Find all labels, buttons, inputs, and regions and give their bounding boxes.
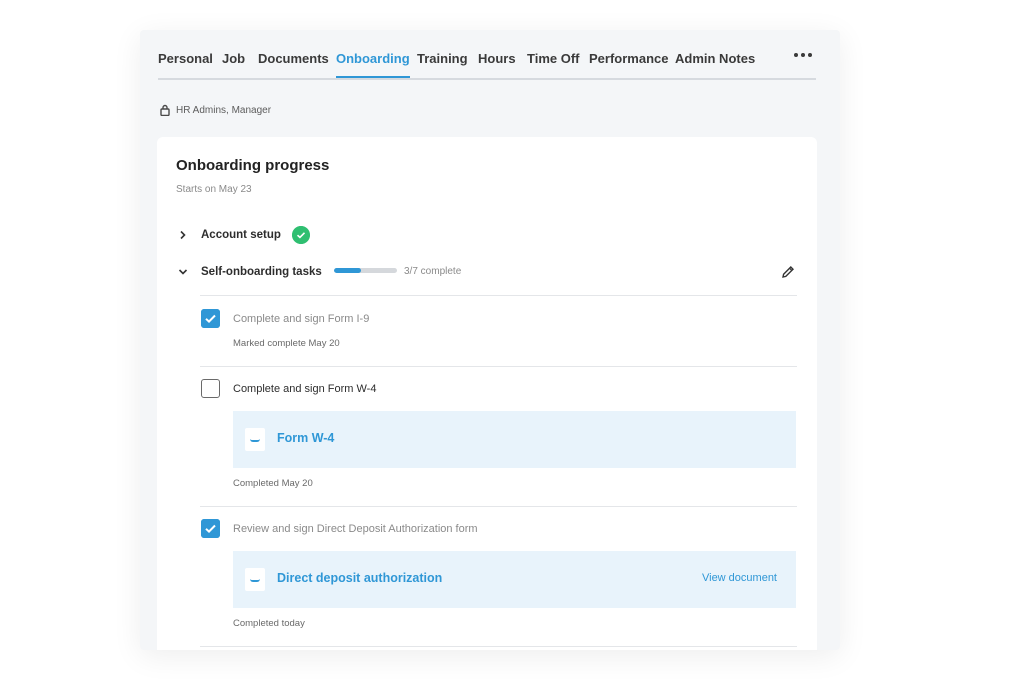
- access-indicator: HR Admins, Manager: [160, 104, 271, 116]
- progress-bar: [334, 268, 397, 273]
- tab-onboarding[interactable]: Onboarding: [336, 51, 410, 78]
- task-note-i9: Marked complete May 20: [233, 338, 340, 349]
- task-label-w4[interactable]: Complete and sign Form W-4: [233, 383, 376, 395]
- access-label: HR Admins, Manager: [176, 104, 272, 116]
- chevron-right-icon[interactable]: [178, 230, 188, 240]
- check-circle-icon: [292, 226, 310, 244]
- task-checkbox-w4[interactable]: [201, 379, 220, 398]
- task-label-direct-deposit[interactable]: Review and sign Direct Deposit Authoriza…: [233, 523, 478, 535]
- chevron-down-icon[interactable]: [178, 267, 188, 277]
- tab-admin-notes[interactable]: Admin Notes: [675, 51, 755, 76]
- card-title: Onboarding progress: [176, 157, 330, 174]
- task-checkbox-i9[interactable]: [201, 309, 220, 328]
- divider: [200, 506, 797, 507]
- tab-job[interactable]: Job: [222, 51, 245, 76]
- document-name-direct-deposit[interactable]: Direct deposit authorization: [277, 571, 442, 585]
- view-document-link[interactable]: View document: [702, 572, 777, 584]
- document-card-w4[interactable]: Form W-4: [233, 411, 796, 468]
- progress-text: 3/7 complete: [404, 266, 462, 277]
- more-options-icon[interactable]: [794, 50, 816, 60]
- onboarding-card: Onboarding progress Starts on May 23 Acc…: [157, 137, 817, 650]
- task-note-w4: Completed May 20: [233, 478, 313, 489]
- tab-performance[interactable]: Performance: [589, 51, 668, 76]
- divider: [200, 646, 797, 647]
- account-setup-label[interactable]: Account setup: [201, 229, 281, 241]
- document-icon: [245, 428, 265, 451]
- tab-time-off[interactable]: Time Off: [527, 51, 580, 76]
- document-icon: [245, 568, 265, 591]
- task-label-i9[interactable]: Complete and sign Form I-9: [233, 313, 369, 325]
- lock-icon: [160, 104, 170, 116]
- employee-profile-panel: Personal Job Documents Onboarding Traini…: [140, 30, 840, 650]
- task-note-direct-deposit: Completed today: [233, 618, 305, 629]
- divider: [200, 366, 797, 367]
- pencil-icon[interactable]: [781, 265, 795, 279]
- progress-fill: [334, 268, 362, 273]
- tab-training[interactable]: Training: [417, 51, 468, 76]
- profile-tabs: Personal Job Documents Onboarding Traini…: [158, 46, 816, 80]
- tab-hours[interactable]: Hours: [478, 51, 516, 76]
- divider: [200, 295, 797, 296]
- self-onboarding-label[interactable]: Self-onboarding tasks: [201, 266, 322, 278]
- tab-documents[interactable]: Documents: [258, 51, 329, 76]
- card-subtitle: Starts on May 23: [176, 184, 252, 195]
- task-checkbox-direct-deposit[interactable]: [201, 519, 220, 538]
- tab-personal[interactable]: Personal: [158, 51, 213, 76]
- document-name-w4[interactable]: Form W-4: [277, 431, 334, 445]
- document-card-direct-deposit[interactable]: Direct deposit authorization View docume…: [233, 551, 796, 608]
